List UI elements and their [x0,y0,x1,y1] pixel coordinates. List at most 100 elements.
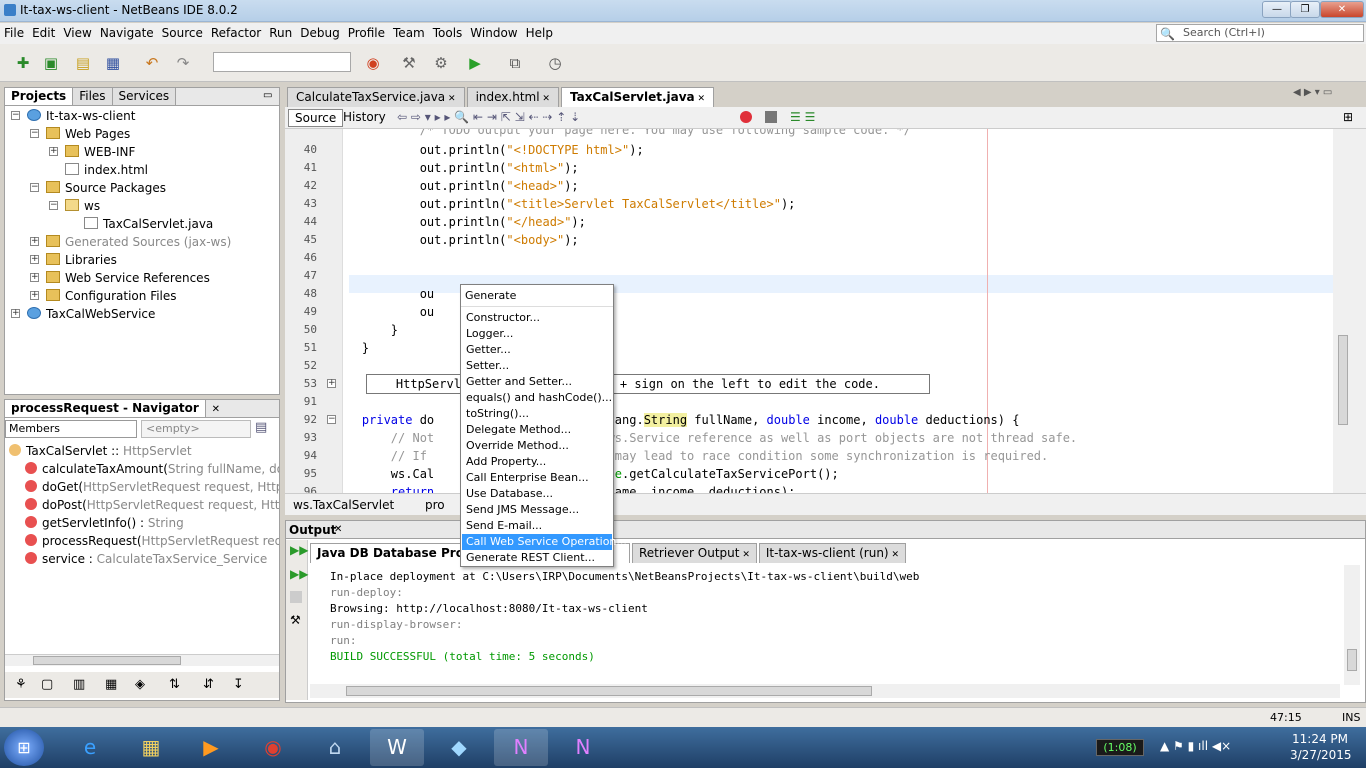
breadcrumb-method[interactable]: pro [425,498,445,512]
tree-item[interactable]: Web Pages [46,125,130,143]
expand-toggle[interactable]: − [30,183,39,192]
close-tab-icon[interactable]: ✕ [889,550,899,560]
tree-item[interactable]: Web Service References [46,269,210,287]
popup-item[interactable]: Use Database... [462,486,612,502]
editor-tools-icon[interactable]: ⇦ ⇨ ▾ ▸ ▸ 🔍 ⇤ ⇥ ⇱ ⇲ ⇠ ⇢ ⇡ ⇣ [397,110,580,124]
expand-toggle[interactable]: − [49,201,58,210]
menu-edit[interactable]: Edit [28,23,59,40]
fields-filter-icon[interactable]: ▢ [41,677,53,692]
inherited-filter-icon[interactable]: ▦ [105,677,117,692]
output-tab[interactable]: Retriever Output ✕ [632,543,757,563]
popup-item[interactable]: Generate REST Client... [462,550,612,566]
tree-item[interactable]: TaxCalWebService [27,305,155,323]
close-tab-icon[interactable]: ✕ [695,94,706,104]
ie-icon[interactable]: e [63,729,117,766]
menu-navigate[interactable]: Navigate [96,23,158,40]
navigator-scrollbar[interactable] [5,654,279,666]
expand-toggle[interactable]: + [30,237,39,246]
members-dropdown[interactable]: Members [5,420,137,438]
popup-item[interactable]: Getter and Setter... [462,374,612,390]
close-output-icon[interactable]: ✕ [334,524,342,535]
stop-macro-icon[interactable] [765,111,777,123]
word-icon[interactable]: W [370,729,424,766]
browser-icon[interactable]: ◉ [362,52,384,74]
expand-toggle[interactable]: + [30,273,39,282]
redo-icon[interactable]: ↷ [172,52,194,74]
popup-item[interactable]: equals() and hashCode()... [462,390,612,406]
expand-toggle[interactable]: + [49,147,58,156]
tab-projects[interactable]: Projects [5,88,74,105]
chrome-icon[interactable]: ◉ [246,729,300,766]
build-icon[interactable]: ⚒ [398,52,420,74]
menu-file[interactable]: File [0,23,28,40]
menu-source[interactable]: Source [158,23,207,40]
menu-debug[interactable]: Debug [296,23,343,40]
new-file-icon[interactable]: ✚ [12,52,34,74]
sort-name-icon[interactable]: ⇅ [169,677,180,692]
expand-toggle[interactable]: + [11,309,20,318]
tree-item[interactable]: index.html [65,161,148,179]
code-editor[interactable]: 40 41 42 43 44 45 46 47 48 49 50 51 52 53 +91 92−93 94 95… [285,129,1333,493]
tree-item[interactable]: Configuration Files [46,287,177,305]
navigator-item[interactable]: getServletInfo() : String [25,514,184,532]
tree-item[interactable]: Libraries [46,251,117,269]
close-tab-icon[interactable]: ✕ [212,404,220,415]
popup-item[interactable]: Getter... [462,342,612,358]
media-player-icon[interactable]: ▶ [184,729,238,766]
tree-item[interactable]: TaxCalServlet.java [84,215,213,233]
clean-build-icon[interactable]: ⚙ [430,52,452,74]
navigator-item[interactable]: doGet(HttpServletRequest request, HttpSe… [25,478,279,496]
comment-icon[interactable]: ☰ ☰ [790,110,815,124]
tree-item[interactable]: Generated Sources (jax-ws) [46,233,231,251]
empty-dropdown[interactable]: <empty> [141,420,251,438]
minimize-button[interactable]: — [1262,1,1292,18]
navigator-item[interactable]: processRequest(HttpServletRequest reques… [25,532,279,550]
tray-icons[interactable]: ▲ ⚑ ▮ ıll ◀× [1160,739,1231,753]
search-input[interactable]: Search (Ctrl+I) [1156,24,1364,42]
breadcrumb-class[interactable]: ws.TaxCalServlet [293,498,394,512]
tab-services[interactable]: Services [112,88,177,105]
editor-tab[interactable]: TaxCalServlet.java ✕ [560,87,715,107]
menu-profile[interactable]: Profile [344,23,389,40]
open-project-icon[interactable]: ▤ [72,52,94,74]
virtualbox-icon[interactable]: ◆ [432,729,486,766]
maximize-button[interactable]: ❐ [1290,1,1320,18]
close-tab-icon[interactable]: ✕ [540,94,550,104]
popup-item[interactable]: Override Method... [462,438,612,454]
expand-toggle[interactable]: + [30,255,39,264]
editor-scrollbar[interactable] [1333,129,1366,493]
tab-navigation-icon[interactable]: ◀ ▶ ▾ ▭ [1293,87,1332,98]
filter-icon[interactable]: ⚘ [15,677,27,692]
popup-item[interactable]: Send E-mail... [462,518,612,534]
record-macro-icon[interactable] [740,111,752,123]
close-button[interactable]: ✕ [1320,1,1364,18]
popup-item[interactable]: Call Web Service Operation... [462,534,627,550]
output-vscrollbar[interactable] [1344,565,1360,685]
popup-item[interactable]: Call Enterprise Bean... [462,470,612,486]
menu-help[interactable]: Help [522,23,557,40]
rerun-icon[interactable]: ▶▶ [290,543,308,557]
config-dropdown[interactable] [213,52,351,72]
popup-item[interactable]: Logger... [462,326,612,342]
explorer-icon[interactable]: ▦ [124,729,178,766]
navigator-item[interactable]: doPost(HttpServletRequest request, HttpS… [25,496,279,514]
tab-files[interactable]: Files [73,88,113,105]
start-button-icon[interactable]: ⊞ [4,729,44,766]
tree-item[interactable]: It-tax-ws-client [27,107,135,125]
onenote-icon[interactable]: N [494,729,548,766]
clock-time[interactable]: 11:24 PM [1290,732,1350,746]
popup-item[interactable]: Add Property... [462,454,612,470]
output-hscrollbar[interactable] [310,684,1340,698]
menu-tools[interactable]: Tools [429,23,467,40]
menu-team[interactable]: Team [389,23,429,40]
sort-order-icon[interactable]: ↧ [233,677,244,692]
expand-toggle[interactable]: + [30,291,39,300]
tree-item[interactable]: WEB-INF [65,143,135,161]
popup-item[interactable]: Delegate Method... [462,422,612,438]
expand-toggle[interactable]: − [30,129,39,138]
menu-window[interactable]: Window [466,23,521,40]
split-editor-icon[interactable]: ⊞ [1343,110,1353,124]
nonpublic-filter-icon[interactable]: ◈ [135,677,145,692]
menu-run[interactable]: Run [265,23,296,40]
save-all-icon[interactable]: ▦ [102,52,124,74]
